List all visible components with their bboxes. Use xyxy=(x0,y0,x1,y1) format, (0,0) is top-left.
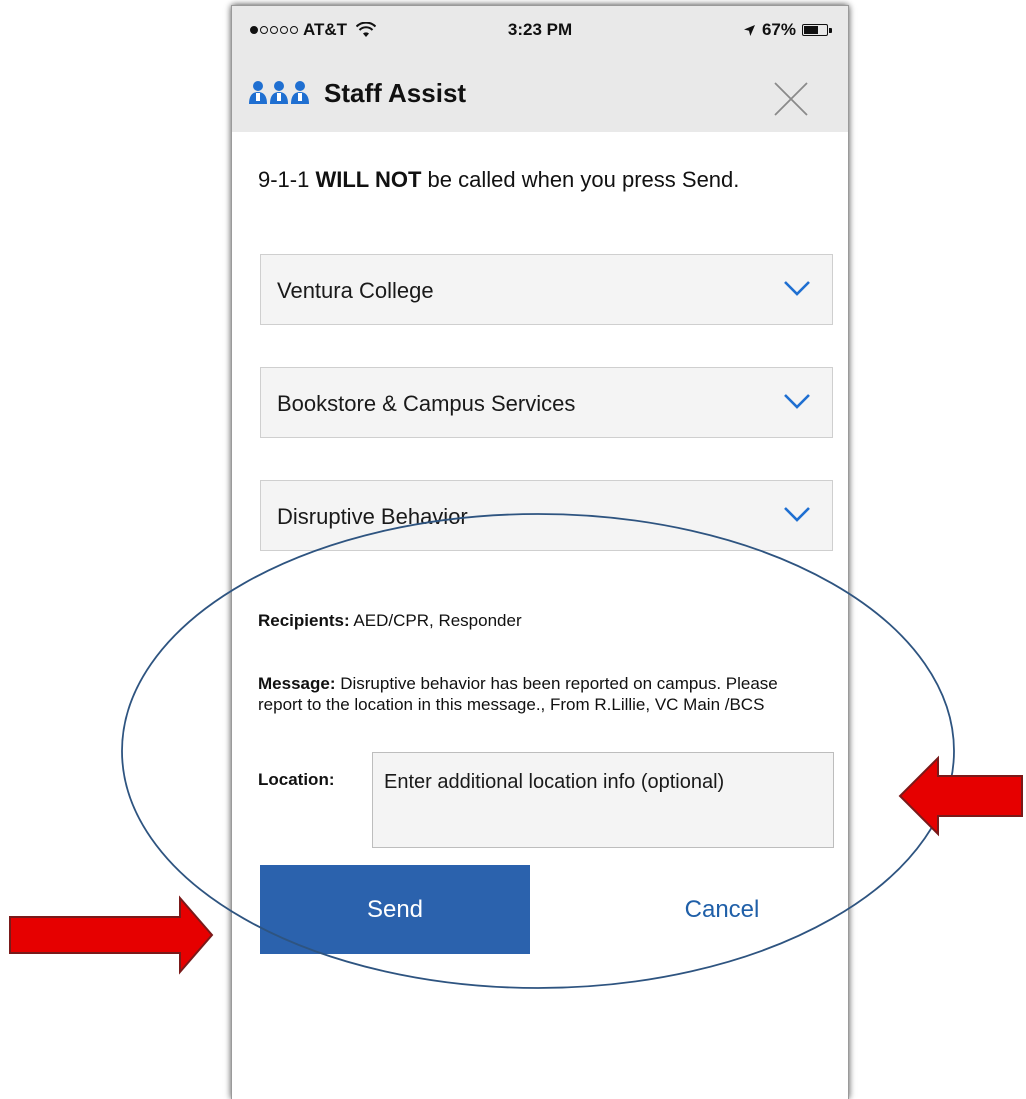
staff-group-icon xyxy=(249,81,309,104)
location-arrow-icon xyxy=(743,24,755,36)
chevron-down-icon xyxy=(784,394,810,409)
status-right: 67% xyxy=(743,20,832,40)
department-select-value: Bookstore & Campus Services xyxy=(277,391,576,416)
chevron-down-icon xyxy=(784,281,810,296)
send-button[interactable]: Send xyxy=(260,865,530,954)
warning-suffix: be called when you press Send. xyxy=(421,167,740,192)
left-red-arrow xyxy=(9,895,214,975)
campus-select-value: Ventura College xyxy=(277,278,434,303)
no-911-warning: 9-1-1 WILL NOT be called when you press … xyxy=(258,167,739,193)
cancel-button[interactable]: Cancel xyxy=(607,865,837,954)
battery-cap xyxy=(829,28,832,33)
recipients-value: AED/CPR, Responder xyxy=(349,611,522,630)
app-title: Staff Assist xyxy=(324,78,467,108)
message-value: Disruptive behavior has been reported on… xyxy=(258,674,778,714)
warning-prefix: 9-1-1 xyxy=(258,167,316,192)
location-input[interactable]: Enter additional location info (optional… xyxy=(372,752,834,848)
recipients-info: Recipients: AED/CPR, Responder xyxy=(258,610,818,631)
incident-type-select[interactable]: Disruptive Behavior xyxy=(260,480,833,551)
message-info: Message: Disruptive behavior has been re… xyxy=(258,673,818,715)
location-placeholder: Enter additional location info (optional… xyxy=(384,771,725,793)
department-select[interactable]: Bookstore & Campus Services xyxy=(260,367,833,438)
campus-select[interactable]: Ventura College xyxy=(260,254,833,325)
app-header: Staff Assist xyxy=(232,56,848,132)
warning-emphasis: WILL NOT xyxy=(315,167,422,192)
incident-type-select-value: Disruptive Behavior xyxy=(277,504,468,529)
battery-fill xyxy=(804,26,818,34)
message-label: Message: xyxy=(258,674,336,693)
status-bar: AT&T 3:23 PM 67% xyxy=(232,6,848,56)
right-red-arrow xyxy=(898,755,1023,837)
battery-icon xyxy=(802,24,832,36)
recipients-label: Recipients: xyxy=(258,611,350,630)
close-icon[interactable] xyxy=(773,81,809,117)
battery-percent: 67% xyxy=(761,20,796,39)
location-label: Location: xyxy=(258,770,335,789)
phone-screen: AT&T 3:23 PM 67% Staff Assist 9-1-1 WILL… xyxy=(232,6,848,1099)
chevron-down-icon xyxy=(784,507,810,522)
